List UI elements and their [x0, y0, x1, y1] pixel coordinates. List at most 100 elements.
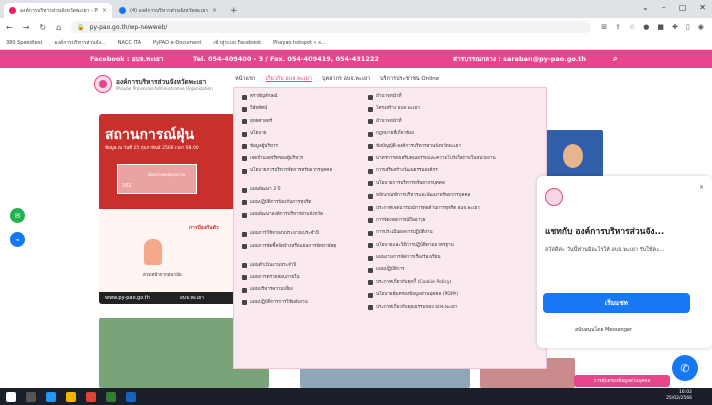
menu-item[interactable]: เจตจำนงสุจริตของผู้บริหาร — [242, 156, 352, 168]
menu-item-icon — [242, 94, 247, 100]
menu-item[interactable]: แผนการจัดซื้อจัดจ้างหรือแผนการจัดหาพัสดุ — [242, 244, 352, 263]
maximize-icon[interactable]: ▢ — [679, 3, 687, 12]
menu-item[interactable]: ประกาศเกี่ยวกับคุณธรรมของ อบจ.พะเยา — [368, 305, 538, 317]
menu-item[interactable]: การประเมินผลการปฏิบัติงาน — [368, 230, 538, 242]
home-icon[interactable]: ⌂ — [56, 23, 61, 32]
org-logo[interactable] — [94, 75, 112, 93]
menu-item-icon — [368, 144, 373, 150]
menu-item[interactable]: แผนปฏิบัติการการใช้พลังงาน — [242, 300, 352, 312]
messenger-share-icon[interactable]: ⌁ — [10, 232, 25, 247]
menu-item[interactable]: ยุทธศาสตร์ — [242, 119, 352, 131]
menu-item-icon — [368, 280, 373, 286]
windows-start-icon[interactable] — [6, 391, 16, 402]
menu-item-label: แผนพัฒนา 3 ปี — [250, 187, 281, 193]
menu-item[interactable]: แผนงานการจัดการเรื่องร้องเรียน — [368, 255, 538, 267]
menu-item[interactable]: ข้อบัญญัติ-องค์การบริหารส่วนจังหวัดพะเยา — [368, 144, 538, 156]
menu-item[interactable]: การจัดเหตุการณ์ถืออาวุธ — [368, 218, 538, 230]
reload-icon[interactable]: ↻ — [39, 23, 46, 32]
menu-item[interactable]: ตราสัญลักษณ์ — [242, 94, 352, 106]
menu-item[interactable]: กฎหมายที่เกี่ยวข้อง — [368, 131, 538, 143]
menu-item[interactable]: ประกาศเจตนารมณ์การต่อต้านการทุจริต อบจ.พ… — [368, 206, 538, 218]
menu-item[interactable]: โครงสร้าง อบจ.พะเยา — [368, 106, 538, 118]
bookmark[interactable]: เข้าสู่ระบบ Facebook — [213, 39, 261, 47]
translate-icon[interactable]: ⊞ — [601, 23, 607, 31]
nav-staff[interactable]: บุคลากร อบจ.พะเยา — [322, 75, 370, 83]
menu-item[interactable]: อำนาจหน้าที่ — [368, 119, 538, 131]
nav-about[interactable]: เกี่ยวกับ อบจ.พะเยา — [265, 75, 312, 83]
line-icon[interactable] — [106, 391, 116, 402]
menu-item[interactable]: การเสริมสร้างวัฒนธรรมองค์กร — [368, 168, 538, 180]
explorer-icon[interactable] — [66, 391, 76, 402]
browser-tab[interactable]: (4) องค์การบริหารส่วนจังหวัดพะเยา | × — [114, 3, 222, 18]
menu-item[interactable]: นโยบายและวิธีการปฏิบัติตามมาตรฐาน — [368, 243, 538, 255]
menu-item[interactable]: แผนการใช้จ่ายงบประมาณประจำปี — [242, 231, 352, 243]
menu-item[interactable]: หลักเกณฑ์การบริหารและพัฒนาทรัพยากรบุคคล — [368, 193, 538, 205]
bookmark[interactable]: 380 Speedtest — [6, 40, 42, 46]
banner-fb: อบจ.พะเยา — [179, 295, 205, 301]
word-icon[interactable] — [126, 391, 136, 402]
facebook-link[interactable]: Facebook : อบจ.พะเยา — [90, 54, 164, 64]
search-icon[interactable] — [26, 391, 36, 402]
menu-item[interactable]: ข้อมูลผู้บริหาร — [242, 144, 352, 156]
minimize-icon[interactable]: – — [662, 3, 666, 12]
phone-fax-text: Tel. 054-409400 - 3 / Fax. 054-409419, 0… — [193, 55, 379, 63]
bookmark[interactable]: NACC ITA — [118, 40, 141, 46]
bookmark[interactable]: องค์การบริหารส่วนจัง... — [54, 39, 105, 47]
extension-icon[interactable]: ■ — [657, 23, 664, 31]
chrome-icon[interactable] — [86, 391, 96, 402]
browser-tab[interactable]: องค์การบริหารส่วนจังหวัดพะเยา - Ph × — [4, 3, 112, 18]
menu-item[interactable]: แผนพัฒนาองค์การบริหารส่วนจังหวัด — [242, 212, 352, 231]
taskview-icon[interactable] — [46, 391, 56, 402]
puzzle-icon[interactable]: ✚ — [672, 23, 678, 31]
back-icon[interactable]: ← — [6, 23, 13, 32]
menu-item-icon — [368, 267, 373, 273]
menu-item-label: ประกาศเกี่ยวกับคุณธรรมของ อบจ.พะเยา — [376, 304, 458, 310]
bookmark[interactable]: Phayao hotspot » s... — [273, 40, 326, 46]
messenger-icon[interactable]: ✆ — [672, 355, 698, 381]
menu-item-label: โครงสร้าง อบจ.พะเยา — [376, 106, 420, 112]
menu-item[interactable]: แผนการตรวจสอบภายใน — [242, 275, 352, 287]
start-chat-button[interactable]: เริ่มแชท — [543, 293, 690, 313]
menu-item-icon — [242, 156, 247, 162]
banner-date: ข้อมูล ณ วันที่ 25 กุมภาพันธ์ 2566 เวลา … — [105, 146, 199, 151]
menu-item[interactable]: แผนปฏิบัติการป้องกันการทุจริต — [242, 200, 352, 212]
menu-item[interactable]: วิสัยทัศน์ — [242, 106, 352, 118]
menu-item[interactable]: แผนปฏิบัติการ — [368, 267, 538, 279]
menu-item-label: แผนปฏิบัติการป้องกันการทุจริต — [250, 199, 312, 205]
close-icon[interactable]: ✕ — [699, 184, 704, 191]
menu-item[interactable]: นโยบายคุ้มครองข้อมูลส่วนบุคคล (PDPA) — [368, 292, 538, 304]
profile-icon[interactable]: ◉ — [698, 23, 704, 31]
menu-item[interactable]: ประกาศเกี่ยวกับคุกกี้ (Cookie Policy) — [368, 280, 538, 292]
menu-item-label: ข้อมูลผู้บริหาร — [250, 143, 278, 149]
menu-item[interactable]: มาตรการส่งเสริมคุณธรรมและความโปร่งใสภายใ… — [368, 156, 538, 168]
menu-item[interactable]: อำนาจหน้าที่ — [368, 94, 538, 106]
chevron-down-icon[interactable]: ⌄ — [642, 3, 649, 12]
close-tab-icon[interactable]: × — [102, 7, 107, 14]
menu-item[interactable]: นโยบายการบริหารทรัพยากรบุคคล — [368, 181, 538, 193]
nav-home[interactable]: หน้าแรก — [235, 75, 255, 83]
close-window-icon[interactable]: ✕ — [699, 3, 706, 12]
close-tab-icon[interactable]: × — [212, 7, 217, 14]
menu-item[interactable]: แผนดำเนินงานประจำปี — [242, 263, 352, 275]
menu-item[interactable]: นโยบาย — [242, 131, 352, 143]
menu-item[interactable]: แผนพัฒนา 3 ปี — [242, 187, 352, 199]
address-bar: ← → ↻ ⌂ 🔒 py-pao.go.th/wp-newweb/ ⊞ ⇪ ☆ … — [0, 18, 712, 36]
extension-icon[interactable]: ● — [643, 23, 649, 31]
url-field[interactable]: 🔒 py-pao.go.th/wp-newweb/ — [71, 21, 592, 33]
star-icon[interactable]: ☆ — [629, 23, 635, 31]
cookie-banner-button[interactable]: การคุ้มครองข้อมูลส่วนบุคคล — [574, 375, 670, 387]
menu-item[interactable]: แผนบริหารความเสี่ยง — [242, 287, 352, 299]
bookmark[interactable]: PyPAO e-Document — [153, 40, 201, 46]
forward-icon[interactable]: → — [23, 23, 30, 32]
sidebar-icon[interactable]: ▯ — [686, 23, 690, 31]
line-share-icon[interactable]: ✉ — [10, 208, 25, 223]
menu-item-label: แผนการตรวจสอบภายใน — [250, 274, 300, 280]
menu-item[interactable]: นโยบายการบริหารจัดการทรัพยากรบุคคล — [242, 168, 352, 187]
new-tab-button[interactable]: + — [224, 6, 244, 18]
menu-item-icon — [242, 287, 247, 293]
nav-services[interactable]: บริการประชาชน Online — [380, 75, 439, 83]
banner-site: www.py-pao.go.th — [105, 295, 150, 301]
about-mega-menu: ตราสัญลักษณ์ วิสัยทัศน์ ยุทธศาสตร์ นโยบาย ข้… — [233, 87, 547, 369]
search-icon[interactable]: ⌕ — [613, 54, 617, 64]
share-icon[interactable]: ⇪ — [615, 23, 621, 31]
